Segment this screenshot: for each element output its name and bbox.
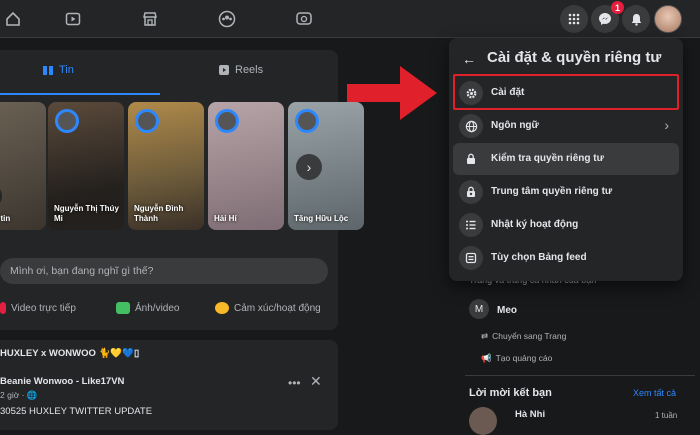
menu-item-label: Trung tâm quyền riêng tư bbox=[491, 186, 613, 197]
switch-label: Chuyển sang Trang bbox=[492, 331, 567, 341]
post-composer: Mình ơi, bạn đang nghĩ gì thế? Video trự… bbox=[0, 250, 338, 330]
marketplace-icon[interactable] bbox=[137, 6, 163, 32]
divider bbox=[465, 375, 695, 376]
feed-icon bbox=[459, 246, 483, 270]
story-item[interactable]: Hải Hí bbox=[208, 102, 284, 230]
notification-badge: 1 bbox=[611, 1, 624, 14]
menu-item-label: Nhật ký hoạt động bbox=[491, 219, 579, 230]
gaming-icon[interactable] bbox=[291, 6, 317, 32]
reels-icon bbox=[219, 65, 229, 75]
menu-header: ← Cài đặt & quyền riêng tư bbox=[449, 46, 683, 72]
book-icon bbox=[43, 66, 53, 75]
story-name: Tạo tin bbox=[0, 214, 11, 223]
menu-title: Cài đặt & quyền riêng tư bbox=[487, 49, 662, 66]
post-group[interactable]: HUXLEY x WONWOO 🐈💛💙▯ bbox=[0, 348, 139, 359]
tab-stories-label: Tin bbox=[59, 64, 74, 76]
photo-video-label: Ảnh/video bbox=[135, 302, 180, 314]
status-input[interactable]: Mình ơi, bạn đang nghĩ gì thế? bbox=[0, 258, 328, 284]
groups-icon[interactable] bbox=[214, 6, 240, 32]
highlight-box bbox=[453, 74, 679, 110]
story-name: Nguyễn Đình Thành bbox=[134, 204, 184, 223]
menu-item-language[interactable]: Ngôn ngữ › bbox=[453, 110, 679, 142]
create-ad-label: Tạo quảng cáo bbox=[495, 353, 553, 363]
top-navigation-bar: 1 bbox=[0, 0, 700, 38]
video-icon[interactable] bbox=[60, 6, 86, 32]
add-story-icon[interactable]: + bbox=[0, 184, 2, 208]
feeling-button[interactable]: Cảm xúc/hoạt động bbox=[215, 302, 321, 314]
story-avatar bbox=[55, 109, 79, 133]
bell-icon[interactable] bbox=[622, 5, 650, 33]
live-video-label: Video trực tiếp bbox=[11, 302, 76, 314]
friend-avatar[interactable] bbox=[469, 407, 497, 435]
see-all-link[interactable]: Xem tất cả bbox=[633, 388, 676, 398]
friend-requests-heading: Lời mời kết bạn bbox=[469, 387, 552, 399]
menu-item-label: Kiểm tra quyền riêng tư bbox=[491, 153, 604, 164]
more-options-icon[interactable]: ••• bbox=[288, 376, 301, 390]
chevron-right-icon[interactable]: › bbox=[296, 154, 322, 180]
smile-icon bbox=[215, 302, 229, 314]
post-time: 2 giờ · 🌐 bbox=[0, 390, 38, 400]
menu-item-feed-preferences[interactable]: Tùy chọn Bảng feed bbox=[453, 242, 679, 274]
photo-video-button[interactable]: Ảnh/video bbox=[116, 302, 179, 314]
story-name: Hải Hí bbox=[214, 214, 237, 223]
tab-reels-label: Reels bbox=[235, 64, 264, 76]
globe-icon bbox=[459, 114, 483, 138]
menu-item-label: Tùy chọn Bảng feed bbox=[491, 252, 587, 263]
story-avatar bbox=[135, 109, 159, 133]
story-avatar bbox=[295, 109, 319, 133]
stories-card: Tin Reels + Tạo tin Nguyễn Thị Thúy Mi N… bbox=[0, 50, 364, 280]
tab-reels[interactable]: Reels bbox=[218, 64, 263, 76]
menu-grid-icon[interactable] bbox=[560, 5, 588, 33]
right-sidebar: Trang và trang cá nhân của bạn M Meo ⇄Ch… bbox=[455, 265, 700, 435]
menu-item-privacy-center[interactable]: Trung tâm quyền riêng tư bbox=[453, 176, 679, 208]
lock-icon bbox=[459, 147, 483, 171]
switch-icon: ⇄ bbox=[481, 331, 489, 341]
photo-icon bbox=[116, 302, 130, 314]
live-video-button[interactable]: Video trực tiếp bbox=[0, 302, 76, 314]
story-name: Tăng Hữu Lộc bbox=[294, 214, 349, 223]
friend-time: 1 tuần bbox=[655, 411, 678, 420]
pointer-arrow-icon bbox=[347, 66, 437, 120]
home-icon[interactable] bbox=[0, 6, 26, 32]
create-ad-button[interactable]: 📢 Tạo quảng cáo bbox=[481, 353, 552, 364]
story-create[interactable]: + Tạo tin bbox=[0, 102, 46, 230]
feeling-label: Cảm xúc/hoạt động bbox=[234, 302, 321, 314]
active-tab-indicator bbox=[0, 93, 160, 95]
lock-person-icon bbox=[459, 180, 483, 204]
page-avatar[interactable]: M bbox=[469, 299, 489, 319]
menu-item-privacy-checkup[interactable]: Kiểm tra quyền riêng tư bbox=[453, 143, 679, 175]
back-arrow-icon[interactable]: ← bbox=[459, 49, 479, 69]
story-avatar bbox=[215, 109, 239, 133]
page-name[interactable]: Meo bbox=[497, 305, 517, 316]
profile-avatar[interactable] bbox=[654, 5, 682, 33]
story-item[interactable]: Nguyễn Thị Thúy Mi bbox=[48, 102, 124, 230]
list-icon bbox=[459, 213, 483, 237]
post-author[interactable]: Beanie Wonwoo - Like17VN bbox=[0, 376, 124, 387]
menu-item-activity-log[interactable]: Nhật ký hoạt động bbox=[453, 209, 679, 241]
story-item[interactable]: Nguyễn Đình Thành bbox=[128, 102, 204, 230]
tab-stories[interactable]: Tin bbox=[42, 64, 74, 76]
messenger-icon[interactable]: 1 bbox=[591, 1, 624, 33]
close-icon[interactable]: ✕ bbox=[310, 373, 322, 390]
switch-to-page-button[interactable]: ⇄ Chuyển sang Trang bbox=[481, 331, 566, 342]
friend-name[interactable]: Hà Nhi bbox=[515, 409, 545, 420]
live-video-icon bbox=[0, 302, 6, 314]
megaphone-icon: 📢 bbox=[481, 353, 492, 363]
story-name: Nguyễn Thị Thúy Mi bbox=[54, 204, 119, 223]
post-text: 30525 HUXLEY TWITTER UPDATE bbox=[0, 406, 153, 417]
menu-item-label: Ngôn ngữ bbox=[491, 120, 539, 131]
chevron-right-icon: › bbox=[664, 117, 669, 133]
